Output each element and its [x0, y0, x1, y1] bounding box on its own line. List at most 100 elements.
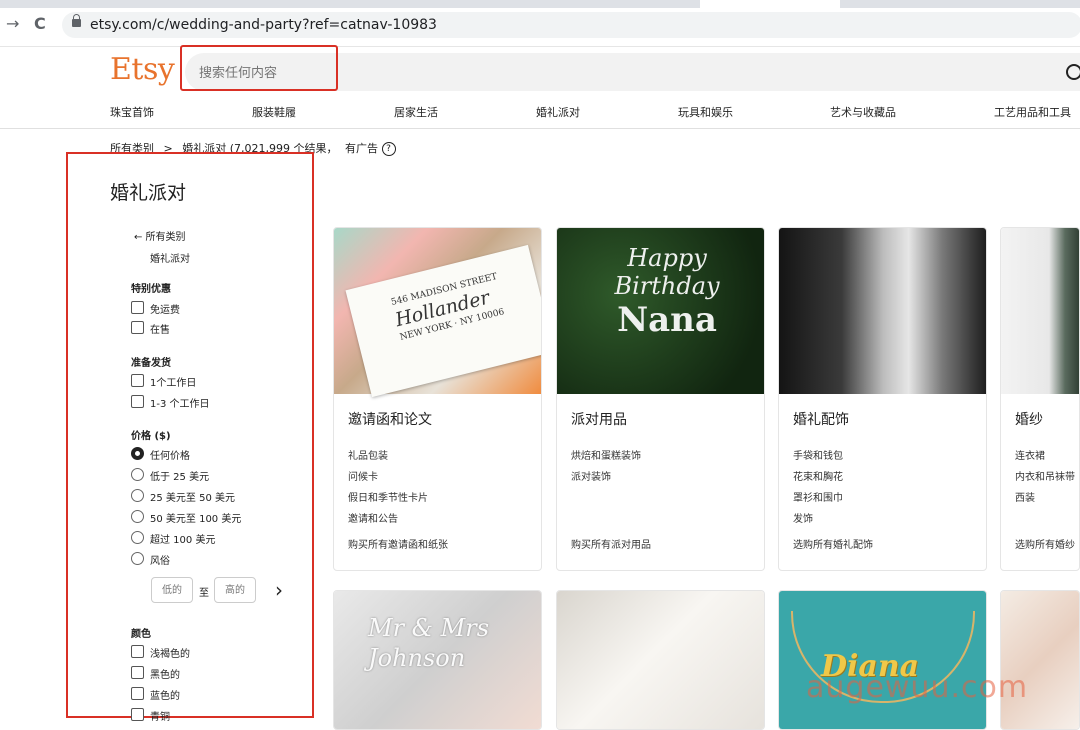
flowers-image	[1001, 591, 1079, 729]
filter-label: 在售	[150, 325, 170, 336]
watermark: augewuu.com	[806, 670, 1029, 705]
party-supplies-image: Happy Birthday Nana	[557, 228, 764, 394]
checkbox[interactable]	[131, 687, 144, 700]
card-sublink[interactable]: 问候卡	[348, 468, 378, 483]
nav-art[interactable]: 艺术与收藏品	[830, 104, 896, 120]
card-title[interactable]: 邀请函和论文	[348, 409, 432, 429]
help-icon[interactable]: ?	[381, 142, 396, 156]
browser-toolbar: → C etsy.com/c/wedding-and-party?ref=cat…	[0, 0, 1080, 47]
price-high-input[interactable]: 高的	[214, 577, 256, 603]
category-card-invitations[interactable]: 546 MADISON STREET Hollander NEW YORK · …	[333, 227, 542, 571]
veil-image	[779, 228, 986, 394]
checkbox[interactable]	[131, 666, 144, 679]
filter-label: 25 美元至 50 美元	[150, 493, 235, 504]
special-offers-heading: 特别优惠	[131, 284, 171, 295]
filter-label: 浅褐色的	[150, 649, 190, 660]
card-sublink[interactable]: 西装	[1015, 489, 1035, 504]
filter-label: 青铜	[150, 712, 170, 723]
card-box-text: Mr & Mrs Johnson	[368, 614, 490, 672]
filter-label: 50 美元至 100 美元	[150, 514, 242, 525]
radio[interactable]	[131, 489, 144, 502]
checkbox[interactable]	[131, 321, 144, 334]
card-sublink[interactable]: 派对装饰	[571, 468, 611, 483]
card-title[interactable]: 婚纱	[1015, 409, 1043, 429]
filter-label: 黑色的	[150, 670, 180, 681]
radio[interactable]	[131, 510, 144, 523]
nav-craft[interactable]: 工艺用品和工具	[994, 104, 1071, 120]
radio-selected[interactable]	[131, 447, 144, 460]
forward-icon[interactable]: →	[6, 14, 19, 33]
shop-all-link[interactable]: 选购所有婚纱	[1015, 536, 1075, 551]
filter-label: 1个工作日	[150, 378, 197, 389]
lock-icon	[72, 14, 81, 27]
filter-label: 风俗	[150, 556, 170, 567]
nav-clothing[interactable]: 服装鞋履	[252, 104, 296, 120]
invitations-image: 546 MADISON STREET Hollander NEW YORK · …	[334, 228, 541, 398]
radio[interactable]	[131, 552, 144, 565]
checkbox[interactable]	[131, 395, 144, 408]
radio[interactable]	[131, 531, 144, 544]
etsy-logo[interactable]: Etsy	[110, 52, 175, 87]
price-heading: 价格 ($)	[131, 431, 171, 442]
radio[interactable]	[131, 468, 144, 481]
dress-image	[1001, 228, 1079, 394]
card-sublink[interactable]: 罩衫和围巾	[793, 489, 843, 504]
category-card-wedding-accessories[interactable]: 婚礼配饰 手袋和钱包 花束和胸花 罩衫和围巾 发饰 选购所有婚礼配饰	[778, 227, 987, 571]
topper-line: Happy	[627, 244, 707, 272]
card-sublink[interactable]: 发饰	[793, 510, 813, 525]
card-sublink[interactable]: 假日和季节性卡片	[348, 489, 428, 504]
nav-jewelry[interactable]: 珠宝首饰	[110, 104, 154, 120]
checkbox[interactable]	[131, 301, 144, 314]
tab-strip	[0, 0, 1080, 8]
product-card-flowers[interactable]	[1000, 590, 1080, 730]
shop-all-link[interactable]: 购买所有派对用品	[571, 536, 651, 551]
card-sublink[interactable]: 连衣裙	[1015, 447, 1045, 462]
filter-label: 任何价格	[150, 451, 190, 462]
cake-topper-text: Happy Birthday Nana	[587, 244, 747, 340]
nav-home[interactable]: 居家生活	[394, 104, 438, 120]
current-category-link[interactable]: 婚礼派对	[150, 250, 190, 265]
card-sublink[interactable]: 手袋和钱包	[793, 447, 843, 462]
checkbox[interactable]	[131, 645, 144, 658]
category-nav: 珠宝首饰 服装鞋履 居家生活 婚礼派对 玩具和娱乐 艺术与收藏品 工艺用品和工具	[0, 96, 1080, 129]
card-title[interactable]: 派对用品	[571, 409, 627, 429]
card-sublink[interactable]: 礼品包装	[348, 447, 388, 462]
address-bar[interactable]: etsy.com/c/wedding-and-party?ref=catnav-…	[62, 12, 1080, 38]
card-sublink[interactable]: 烘焙和蛋糕装饰	[571, 447, 641, 462]
filter-label: 1-3 个工作日	[150, 399, 210, 410]
card-box-image: Mr & Mrs Johnson	[334, 591, 541, 729]
card-title[interactable]: 婚礼配饰	[793, 409, 849, 429]
all-categories-link[interactable]: ← 所有类别	[134, 228, 186, 243]
filter-label: 超过 100 美元	[150, 535, 216, 546]
ready-to-ship-heading: 准备发货	[131, 358, 171, 369]
chevron-right-icon[interactable]: ›	[275, 578, 283, 602]
search-highlight-box	[180, 45, 338, 91]
sidebar-title: 婚礼派对	[110, 182, 187, 204]
product-card-card-box[interactable]: Mr & Mrs Johnson	[333, 590, 542, 730]
category-card-wedding-dresses[interactable]: 婚纱 连衣裙 内衣和吊袜带 西装 选购所有婚纱	[1000, 227, 1080, 571]
product-card-necklace[interactable]: Diana	[778, 590, 987, 730]
price-to-label: 至	[199, 588, 209, 599]
checkbox[interactable]	[131, 374, 144, 387]
sidebar-highlight-box	[66, 152, 314, 718]
card-sublink[interactable]: 邀请和公告	[348, 510, 398, 525]
search-icon[interactable]	[1066, 64, 1080, 80]
category-card-party-supplies[interactable]: Happy Birthday Nana 派对用品 烘焙和蛋糕装饰 派对装饰 购买…	[556, 227, 765, 571]
color-heading: 颜色	[131, 629, 151, 640]
topper-line: Nana	[617, 300, 717, 340]
checkbox[interactable]	[131, 708, 144, 721]
shop-all-link[interactable]: 选购所有婚礼配饰	[793, 536, 873, 551]
filter-label: 免运费	[150, 305, 180, 316]
filter-label: 蓝色的	[150, 691, 180, 702]
active-tab[interactable]	[700, 0, 840, 8]
product-card-ring-pillow[interactable]	[556, 590, 765, 730]
url-text: etsy.com/c/wedding-and-party?ref=catnav-…	[90, 17, 437, 33]
nav-wedding[interactable]: 婚礼派对	[536, 104, 580, 120]
ad-label: 有广告	[345, 142, 378, 155]
card-sublink[interactable]: 花束和胸花	[793, 468, 843, 483]
shop-all-link[interactable]: 购买所有邀请函和纸张	[348, 536, 448, 551]
nav-toys[interactable]: 玩具和娱乐	[678, 104, 733, 120]
card-sublink[interactable]: 内衣和吊袜带	[1015, 468, 1075, 483]
reload-icon[interactable]: C	[34, 14, 46, 33]
price-low-input[interactable]: 低的	[151, 577, 193, 603]
